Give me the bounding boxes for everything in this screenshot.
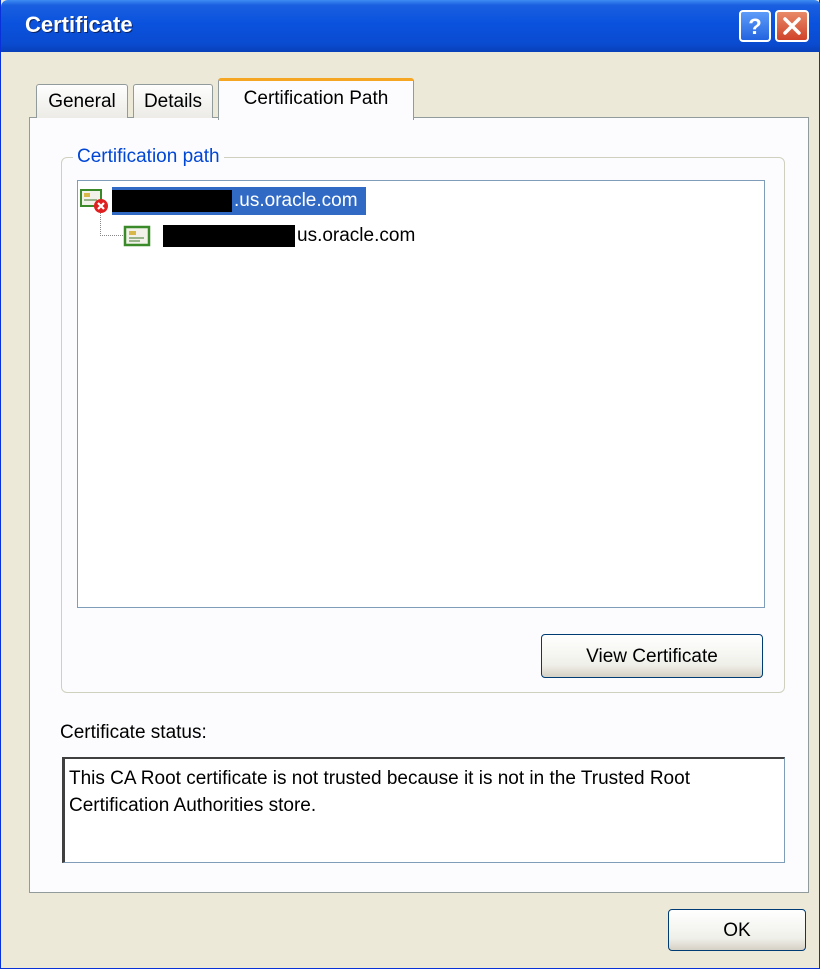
certificate-error-icon — [80, 189, 108, 213]
redaction-block — [112, 190, 232, 212]
ok-button[interactable]: OK — [668, 909, 806, 951]
tab-general[interactable]: General — [36, 84, 128, 118]
tree-connector-line — [100, 213, 123, 236]
certificate-status-text[interactable]: This CA Root certificate is not trusted … — [62, 757, 785, 863]
view-certificate-button[interactable]: View Certificate — [541, 634, 763, 678]
certificate-status-label: Certificate status: — [60, 722, 207, 743]
tree-item-label: us.oracle.com — [297, 225, 416, 246]
tree-item-child[interactable]: us.oracle.com — [123, 221, 415, 251]
tree-item-label: .us.oracle.com — [234, 190, 358, 211]
tree-item-root[interactable]: .us.oracle.com — [80, 186, 366, 216]
certificate-dialog: Certificate ? General Details Certificat… — [0, 0, 820, 969]
svg-text:?: ? — [748, 14, 761, 38]
title-bar[interactable]: Certificate ? — [1, 0, 820, 52]
group-label: Certification path — [73, 146, 224, 168]
tree-item-selection: .us.oracle.com — [112, 187, 366, 215]
redaction-block — [163, 225, 295, 247]
tab-details[interactable]: Details — [133, 84, 213, 118]
help-button[interactable]: ? — [739, 10, 771, 42]
close-button[interactable] — [775, 10, 809, 42]
window-title: Certificate — [25, 12, 133, 37]
help-icon: ? — [748, 14, 761, 38]
certificate-icon — [123, 225, 151, 247]
close-icon — [783, 17, 801, 35]
tab-certification-path[interactable]: Certification Path — [218, 78, 414, 120]
